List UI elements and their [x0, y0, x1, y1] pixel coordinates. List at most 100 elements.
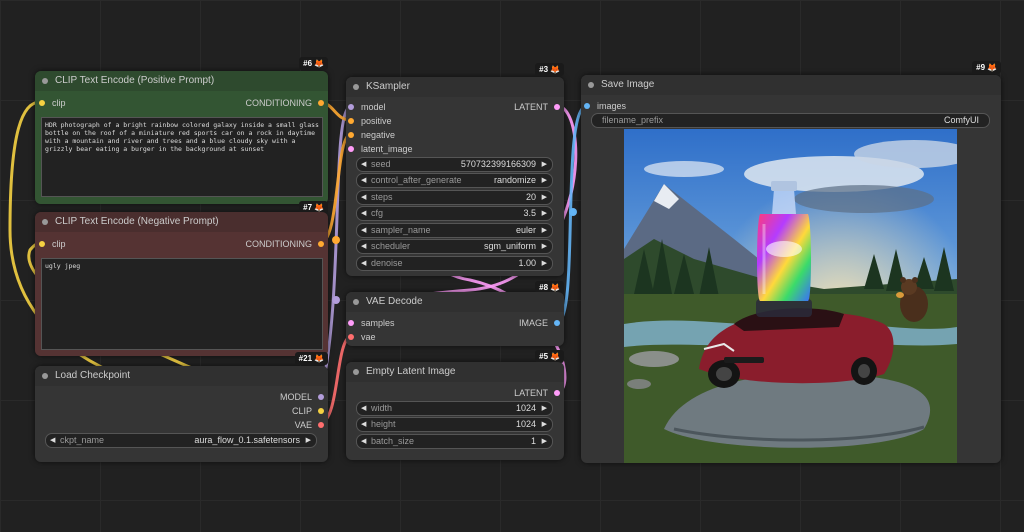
arrow-left-icon[interactable]: ◀: [361, 158, 366, 171]
collapse-dot-icon[interactable]: [353, 299, 359, 305]
input-slot-images[interactable]: images: [584, 100, 626, 112]
prompt-textarea[interactable]: ugly jpeg: [41, 258, 323, 350]
input-pin-icon[interactable]: [39, 100, 45, 106]
input-slot-model[interactable]: model: [348, 101, 386, 113]
output-pin-icon[interactable]: [554, 320, 560, 326]
batch-size-number[interactable]: ◀ batch_size 1 ▶: [356, 434, 553, 449]
input-pin-icon[interactable]: [348, 320, 354, 326]
node-graph-canvas[interactable]: #6 🦊 CLIP Text Encode (Positive Prompt) c…: [0, 0, 1024, 532]
node-title[interactable]: Load Checkpoint: [35, 366, 328, 386]
input-pin-icon[interactable]: [584, 103, 590, 109]
arrow-left-icon[interactable]: ◀: [361, 174, 366, 187]
arrow-right-icon[interactable]: ▶: [306, 434, 311, 447]
node-empty-latent-image[interactable]: #5 🦊 Empty Latent Image LATENT ◀ width 1024…: [346, 350, 564, 460]
input-pin-icon[interactable]: [348, 104, 354, 110]
arrow-left-icon[interactable]: ◀: [361, 224, 366, 237]
filename-prefix-text[interactable]: filename_prefix ComfyUI: [591, 113, 990, 128]
node-title[interactable]: Empty Latent Image: [346, 362, 564, 382]
node-id-badge: #21 🦊: [294, 352, 328, 365]
node-vae-decode[interactable]: #8 🦊 VAE Decode samples vae IMAGE: [346, 281, 564, 346]
arrow-left-icon[interactable]: ◀: [361, 418, 366, 431]
node-ksampler[interactable]: #3 🦊 KSampler model positive negative lat…: [346, 63, 564, 276]
arrow-right-icon[interactable]: ▶: [542, 158, 547, 171]
arrow-right-icon[interactable]: ▶: [542, 418, 547, 431]
output-pin-icon[interactable]: [318, 100, 324, 106]
link-midpoint: [332, 296, 340, 304]
steps-number[interactable]: ◀ steps 20 ▶: [356, 190, 553, 205]
arrow-left-icon[interactable]: ◀: [50, 434, 55, 447]
node-id-badge: #6 🦊: [299, 57, 328, 70]
arrow-right-icon[interactable]: ▶: [542, 174, 547, 187]
input-slot-negative[interactable]: negative: [348, 129, 395, 141]
arrow-left-icon[interactable]: ◀: [361, 191, 366, 204]
output-slot-latent[interactable]: LATENT: [514, 101, 560, 113]
output-pin-icon[interactable]: [554, 104, 560, 110]
output-pin-icon[interactable]: [554, 390, 560, 396]
output-pin-icon[interactable]: [318, 241, 324, 247]
width-number[interactable]: ◀ width 1024 ▶: [356, 401, 553, 416]
collapse-dot-icon[interactable]: [588, 82, 594, 88]
input-pin-icon[interactable]: [348, 132, 354, 138]
node-title[interactable]: Save Image: [581, 75, 1001, 95]
output-slot-vae[interactable]: VAE: [295, 419, 324, 431]
node-id-badge: #9 🦊: [972, 61, 1001, 74]
input-pin-icon[interactable]: [39, 241, 45, 247]
input-slot-clip[interactable]: clip: [39, 97, 66, 109]
output-slot-clip[interactable]: CLIP: [292, 405, 324, 417]
ckpt-name-combo[interactable]: ◀ ckpt_name aura_flow_0.1.safetensors ▶: [45, 433, 317, 448]
arrow-right-icon[interactable]: ▶: [542, 191, 547, 204]
output-slot-image[interactable]: IMAGE: [519, 317, 560, 329]
output-slot-model[interactable]: MODEL: [280, 391, 324, 403]
height-number[interactable]: ◀ height 1024 ▶: [356, 417, 553, 432]
output-pin-icon[interactable]: [318, 394, 324, 400]
collapse-dot-icon[interactable]: [353, 369, 359, 375]
collapse-dot-icon[interactable]: [42, 219, 48, 225]
output-pin-icon[interactable]: [318, 422, 324, 428]
sampler-name-combo[interactable]: ◀ sampler_name euler ▶: [356, 223, 553, 238]
cfg-number[interactable]: ◀ cfg 3.5 ▶: [356, 206, 553, 221]
node-title[interactable]: VAE Decode: [346, 292, 564, 312]
output-slot-conditioning[interactable]: CONDITIONING: [246, 97, 324, 109]
input-slot-latent-image[interactable]: latent_image: [348, 143, 413, 155]
node-title[interactable]: CLIP Text Encode (Negative Prompt): [35, 212, 328, 232]
collapse-dot-icon[interactable]: [42, 373, 48, 379]
arrow-right-icon[interactable]: ▶: [542, 224, 547, 237]
arrow-right-icon[interactable]: ▶: [542, 257, 547, 270]
control-after-generate-combo[interactable]: ◀ control_after_generate randomize ▶: [356, 173, 553, 188]
input-slot-samples[interactable]: samples: [348, 317, 395, 329]
arrow-right-icon[interactable]: ▶: [542, 207, 547, 220]
scheduler-combo[interactable]: ◀ scheduler sgm_uniform ▶: [356, 239, 553, 254]
output-slot-conditioning[interactable]: CONDITIONING: [246, 238, 324, 250]
arrow-left-icon[interactable]: ◀: [361, 240, 366, 253]
link-midpoint: [332, 236, 340, 244]
collapse-dot-icon[interactable]: [353, 84, 359, 90]
node-save-image[interactable]: #9 🦊 Save Image images filename_prefix Co…: [581, 61, 1001, 463]
node-id-badge: #3 🦊: [535, 63, 564, 76]
collapse-dot-icon[interactable]: [42, 78, 48, 84]
arrow-left-icon[interactable]: ◀: [361, 207, 366, 220]
node-load-checkpoint[interactable]: #21 🦊 Load Checkpoint MODEL CLIP VAE ◀ ck…: [35, 352, 328, 462]
link-midpoint: [569, 208, 577, 216]
output-slot-latent[interactable]: LATENT: [514, 387, 560, 399]
input-pin-icon[interactable]: [348, 146, 354, 152]
arrow-right-icon[interactable]: ▶: [542, 402, 547, 415]
node-title[interactable]: CLIP Text Encode (Positive Prompt): [35, 71, 328, 91]
output-pin-icon[interactable]: [318, 408, 324, 414]
image-preview[interactable]: [624, 129, 957, 463]
input-slot-vae[interactable]: vae: [348, 331, 376, 343]
node-clip-text-encode-negative[interactable]: #7 🦊 CLIP Text Encode (Negative Prompt) c…: [35, 201, 328, 356]
arrow-right-icon[interactable]: ▶: [542, 435, 547, 448]
input-slot-clip[interactable]: clip: [39, 238, 66, 250]
prompt-textarea[interactable]: HDR photograph of a bright rainbow color…: [41, 117, 323, 197]
arrow-left-icon[interactable]: ◀: [361, 402, 366, 415]
arrow-left-icon[interactable]: ◀: [361, 257, 366, 270]
denoise-number[interactable]: ◀ denoise 1.00 ▶: [356, 256, 553, 271]
input-pin-icon[interactable]: [348, 334, 354, 340]
node-clip-text-encode-positive[interactable]: #6 🦊 CLIP Text Encode (Positive Prompt) c…: [35, 57, 328, 204]
input-slot-positive[interactable]: positive: [348, 115, 392, 127]
node-title[interactable]: KSampler: [346, 77, 564, 97]
arrow-left-icon[interactable]: ◀: [361, 435, 366, 448]
seed-number[interactable]: ◀ seed 570732399166309 ▶: [356, 157, 553, 172]
input-pin-icon[interactable]: [348, 118, 354, 124]
arrow-right-icon[interactable]: ▶: [542, 240, 547, 253]
